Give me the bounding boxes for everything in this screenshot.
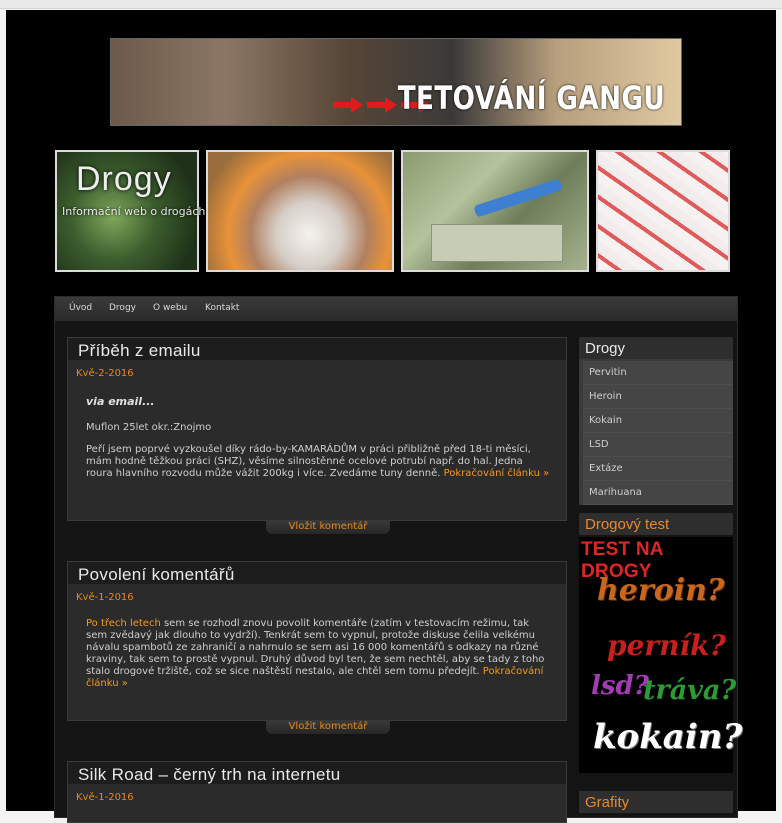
site-subtitle: Informační web o drogách — [62, 205, 206, 218]
post-title[interactable]: Silk Road – černý trh na internetu — [78, 765, 341, 785]
sidebar-item-extaze[interactable]: Extáze — [583, 457, 733, 481]
nav-item-uvod[interactable]: Úvod — [69, 303, 92, 313]
post-title-bar: Povolení komentářů — [68, 562, 566, 584]
browser-top-strip — [0, 0, 782, 9]
sidebar-list: Pervitin Heroin Kokain LSD Extáze Marihu… — [583, 361, 733, 505]
read-more-link[interactable]: Pokračování článku » — [444, 468, 550, 479]
drug-test-image[interactable]: TEST NA DROGY heroin? perník? lsd? tráva… — [579, 537, 742, 773]
syringe-shape — [473, 178, 563, 218]
post-pribeh-z-emailu: Příběh z emailu Kvě-2-2016 via email... … — [67, 337, 567, 534]
banner-title: TETOVÁNÍ GANGU — [397, 79, 665, 117]
sidebar-test-heading: Drogový test — [579, 513, 733, 535]
header-photo-pills — [206, 150, 394, 272]
post-via: via email... — [86, 395, 155, 408]
page-stage: TETOVÁNÍ GANGU Drogy Informační web o dr… — [6, 10, 776, 823]
add-comment-button[interactable]: Vložit komentář — [266, 720, 390, 734]
sidebar-test-title: Drogový test — [585, 516, 670, 533]
sidebar-grafity-title: Grafity — [585, 794, 630, 811]
word-kokain: kokain? — [593, 717, 743, 757]
gang-tattoo-banner[interactable]: TETOVÁNÍ GANGU — [110, 38, 682, 126]
post-title[interactable]: Příběh z emailu — [78, 341, 201, 361]
bill-shape — [431, 224, 563, 262]
add-comment-button[interactable]: Vložit komentář — [266, 520, 390, 534]
post-silk-road: Silk Road – černý trh na internetu Kvě-1… — [67, 761, 567, 823]
sidebar-item-kokain[interactable]: Kokain — [583, 409, 733, 433]
word-trava: tráva? — [643, 675, 737, 706]
word-lsd: lsd? — [591, 671, 649, 701]
word-heroin: heroin? — [597, 573, 725, 608]
post-povoleni-komentaru: Povolení komentářů Kvě-1-2016 Po třech l… — [67, 561, 567, 734]
content-frame: Úvod Drogy O webu Kontakt Příběh z email… — [54, 296, 742, 823]
sidebar-heading: Drogy — [579, 337, 733, 359]
site-title[interactable]: Drogy — [76, 160, 172, 199]
word-pernik: perník? — [607, 629, 726, 662]
nav-item-o-webu[interactable]: O webu — [153, 303, 187, 313]
post-title[interactable]: Povolení komentářů — [78, 565, 235, 585]
header-photo-money-syringe — [401, 150, 589, 272]
post-date: Kvě-2-2016 — [76, 368, 134, 379]
post-excerpt: Po třech letech sem se rozhodl znovu pov… — [86, 618, 551, 690]
sidebar-item-lsd[interactable]: LSD — [583, 433, 733, 457]
sidebar-item-marihuana[interactable]: Marihuana — [583, 481, 733, 505]
main-nav: Úvod Drogy O webu Kontakt — [55, 297, 737, 322]
post-date: Kvě-1-2016 — [76, 592, 134, 603]
sidebar-grafity-heading: Grafity — [579, 791, 733, 813]
sidebar-title: Drogy — [585, 340, 626, 357]
post-author: Muflon 25let okr.:Znojmo — [86, 422, 212, 433]
sidebar-item-pervitin[interactable]: Pervitin — [583, 361, 733, 385]
post-date: Kvě-1-2016 — [76, 792, 134, 803]
post-excerpt: Peří jsem poprvé vyzkoušel díky rádo-by-… — [86, 444, 551, 480]
post-title-bar: Silk Road – černý trh na internetu — [68, 762, 566, 784]
sidebar-drogy: Drogy Pervitin Heroin Kokain LSD Extáze … — [579, 337, 733, 505]
nav-item-drogy[interactable]: Drogy — [109, 303, 136, 313]
post-lead-link[interactable]: Po třech letech — [86, 618, 161, 629]
post-title-bar: Příběh z emailu — [68, 338, 566, 360]
nav-item-kontakt[interactable]: Kontakt — [205, 303, 239, 313]
header-photo-blotter — [596, 150, 730, 272]
sidebar-item-heroin[interactable]: Heroin — [583, 385, 733, 409]
